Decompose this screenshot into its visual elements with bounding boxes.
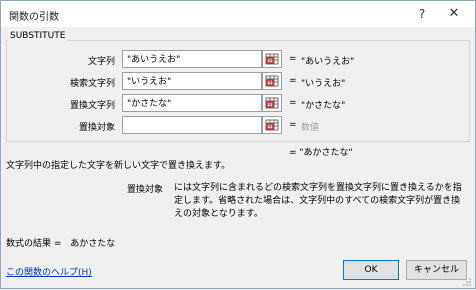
equals-sign: = <box>289 98 297 108</box>
equals-sign: = <box>289 120 297 130</box>
argument-row-find-text: 検索文字列 "いうえお" = "いうえお" <box>0 72 476 92</box>
argument-label: 置換文字列 <box>69 101 115 111</box>
argument-input-instance-num[interactable] <box>122 116 262 134</box>
equals-sign: = <box>289 54 297 64</box>
ok-button[interactable]: OK <box>343 260 399 280</box>
formula-result: 数式の結果 = あかさたな <box>6 236 115 249</box>
help-icon[interactable]: ? <box>409 3 435 25</box>
argument-label: 検索文字列 <box>69 79 115 89</box>
cancel-button[interactable]: キャンセル <box>406 260 467 280</box>
argument-input-replace-text[interactable]: "かさたな" <box>122 94 262 112</box>
formula-result-label: 数式の結果 = <box>6 239 62 249</box>
argument-row-instance-num: 置換対象 = 数値 <box>0 116 476 136</box>
range-select-icon[interactable] <box>262 72 282 90</box>
argument-help-name: 置換対象 <box>127 185 164 195</box>
argument-result: "かさたな" <box>301 101 346 111</box>
function-description: 文字列中の指定した文字を新しい文字で置き換えます。 <box>6 161 231 171</box>
range-select-icon[interactable] <box>262 94 282 112</box>
window-title: 関数の引数 <box>9 12 59 23</box>
function-name: SUBSTITUTE <box>8 31 68 41</box>
range-select-icon[interactable] <box>262 116 282 134</box>
range-select-icon[interactable] <box>262 50 282 68</box>
argument-label: 文字列 <box>87 57 115 67</box>
argument-input-text[interactable]: "あいうえお" <box>122 50 262 68</box>
resize-grip-icon[interactable] <box>462 277 472 287</box>
argument-result: "あいうえお" <box>301 57 355 67</box>
title-bar: 関数の引数 ? ✕ <box>1 1 475 27</box>
argument-input-find-text[interactable]: "いうえお" <box>122 72 262 90</box>
argument-row-replace-text: 置換文字列 "かさたな" = "かさたな" <box>0 94 476 114</box>
argument-label: 置換対象 <box>78 123 115 133</box>
close-icon[interactable]: ✕ <box>441 3 467 25</box>
argument-result: 数値 <box>301 123 320 133</box>
equals-sign: = <box>289 76 297 86</box>
argument-row-text: 文字列 "あいうえお" = "あいうえお" <box>0 50 476 70</box>
argument-result: "いうえお" <box>301 79 346 89</box>
function-help-link[interactable]: この関数のヘルプ(H) <box>6 265 92 278</box>
function-result: = "あかさたな" <box>289 148 353 158</box>
formula-result-value: あかさたな <box>70 239 116 249</box>
argument-help-text: には文字列に含まれるどの検索文字列を置換文字列に置き換えるかを指定します。省略さ… <box>174 183 462 219</box>
